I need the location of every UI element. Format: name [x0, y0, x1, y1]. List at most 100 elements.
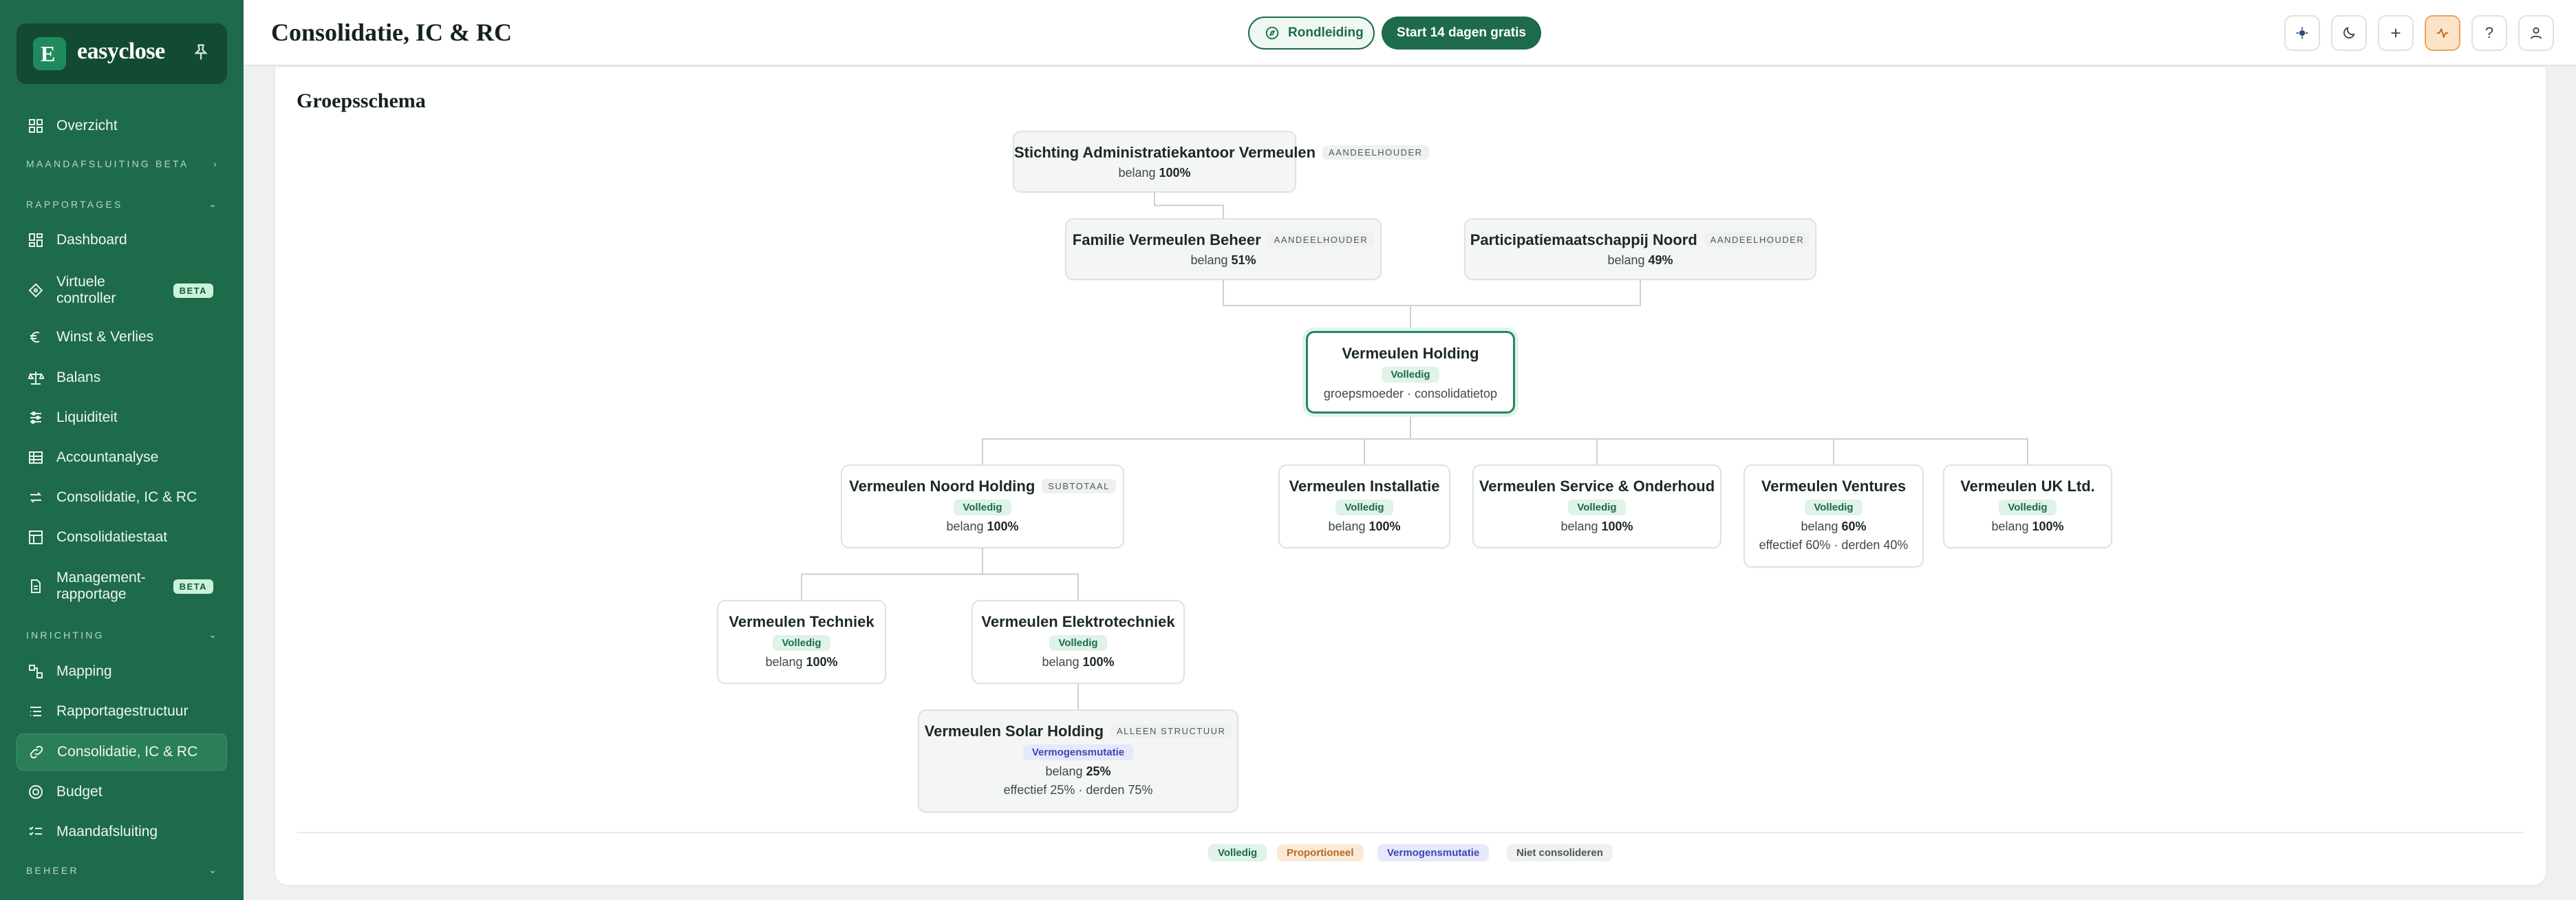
entity-name: Vermeulen Holding [1308, 345, 1513, 363]
method-badge-row: Vermogensmutatie [919, 740, 1237, 760]
ownership-label: belang [1118, 166, 1159, 180]
connector-noord-techniek [801, 548, 983, 600]
ownership-value: 100% [1082, 655, 1115, 669]
entity-note: effectief 25% · derden 75% [1003, 783, 1153, 797]
entity-node-holding[interactable]: Vermeulen Holding Volledig groepsmoeder · … [1306, 331, 1515, 414]
entity-name-text: Vermeulen Service & Onderhoud [1479, 478, 1715, 495]
entity-node-installatie[interactable]: Vermeulen Installatie Volledig belang 100% [1278, 464, 1450, 548]
ownership-label: belang [1560, 519, 1602, 533]
ownership-line: belang 100% [1014, 166, 1295, 180]
ownership-label: belang [1190, 253, 1232, 267]
entity-name-text: Vermeulen UK Ltd. [1960, 478, 2095, 495]
ownership-line: belang 100% [718, 655, 885, 669]
entity-name-text: Vermeulen Installatie [1289, 478, 1440, 495]
entity-node-service[interactable]: Vermeulen Service & Onderhoud Volledig bel… [1472, 464, 1721, 548]
ownership-value: 51% [1231, 253, 1256, 267]
ownership-line: belang 100% [1280, 519, 1449, 534]
entity-node-noord[interactable]: Vermeulen Noord Holding SUBTOTAAL Volledig… [841, 464, 1124, 548]
consolidation-method-badge: Volledig [1049, 635, 1107, 651]
ownership-line: belang 60% [1745, 519, 1922, 534]
legend-divider [297, 832, 2524, 833]
entity-name: Vermeulen Elektrotechniek [973, 613, 1183, 631]
entity-node-solar[interactable]: Vermeulen Solar Holding ALLEEN STRUCTUUR V… [918, 709, 1238, 813]
entity-note: effectief 60% · derden 40% [1759, 538, 1909, 552]
legend-item-vermogensmutatie: Vermogensmutatie [1377, 844, 1490, 861]
ownership-label: belang [946, 519, 987, 533]
entity-name-text: Vermeulen Techniek [729, 613, 874, 630]
connector-noord-elektro [982, 548, 1079, 600]
ownership-value: 100% [2032, 519, 2064, 533]
method-badge-row: Volledig [1944, 495, 2111, 515]
connector-participatie-holding [1410, 280, 1641, 331]
method-badge-row: Volledig [973, 631, 1183, 651]
consolidation-method-badge: Volledig [1805, 500, 1863, 515]
entity-name: Stichting Administratiekantoor Vermeulen… [1014, 144, 1429, 162]
entity-node-ventures[interactable]: Vermeulen Ventures Volledig belang 60% effe… [1743, 464, 1924, 568]
ownership-value: 100% [987, 519, 1019, 533]
entity-node-uk[interactable]: Vermeulen UK Ltd. Volledig belang 100% [1943, 464, 2112, 548]
ownership-value: 100% [1601, 519, 1633, 533]
entity-name-text: Stichting Administratiekantoor Vermeulen [1014, 144, 1316, 161]
entity-node-familie[interactable]: Familie Vermeulen Beheer AANDEELHOUDER bel… [1065, 218, 1382, 280]
connector-stak-familie [1154, 193, 1224, 218]
ownership-label: belang [765, 655, 806, 669]
consolidation-method-badge: Volledig [1335, 500, 1393, 515]
consolidation-method-badge: Volledig [954, 500, 1011, 515]
entity-note: groepsmoeder · consolidatietop [1323, 387, 1498, 400]
ownership-label: belang [1045, 764, 1086, 778]
entity-name-text: Familie Vermeulen Beheer [1072, 231, 1261, 248]
ownership-line: belang 100% [1474, 519, 1720, 534]
entity-name: Vermeulen Service & Onderhoud [1474, 478, 1720, 495]
entity-node-stak[interactable]: Stichting Administratiekantoor Vermeulen… [1013, 131, 1429, 193]
ownership-value: 60% [1841, 519, 1867, 533]
entity-role-tag: SUBTOTAAL [1042, 479, 1116, 493]
legend-item-niet-consolideren: Niet consolideren [1507, 844, 1613, 861]
ownership-value: 100% [1159, 166, 1191, 180]
method-badge-row: Volledig [1745, 495, 1922, 515]
connector-holding-noord [982, 414, 1411, 464]
consolidation-method-badge: Volledig [1568, 500, 1626, 515]
ownership-label: belang [1607, 253, 1649, 267]
method-badge-row: Volledig [1308, 363, 1513, 383]
entity-name: Vermeulen Noord Holding SUBTOTAAL [842, 478, 1123, 495]
entity-name: Vermeulen Techniek [718, 613, 885, 631]
ownership-line: belang 100% [973, 655, 1183, 669]
connector-holding-uk [1410, 414, 2028, 464]
connector-familie-holding [1223, 280, 1411, 331]
entity-name-text: Vermeulen Solar Holding [924, 722, 1104, 740]
ownership-label: belang [1801, 519, 1842, 533]
ownership-value: 100% [806, 655, 838, 669]
method-badge-row: Volledig [842, 495, 1123, 515]
ownership-value: 49% [1648, 253, 1673, 267]
method-badge-row: Volledig [1280, 495, 1449, 515]
consolidation-method-badge: Vermogensmutatie [1022, 744, 1134, 760]
consolidation-method-badge: Volledig [773, 635, 830, 651]
ownership-value: 100% [1368, 519, 1401, 533]
entity-name-text: Vermeulen Noord Holding [849, 478, 1035, 495]
legend-item-volledig: Volledig [1208, 844, 1267, 861]
entity-role-tag: ALLEEN STRUCTUUR [1110, 724, 1232, 738]
entity-node-techniek[interactable]: Vermeulen Techniek Volledig belang 100% [717, 600, 886, 684]
consolidation-method-badge: Volledig [1382, 367, 1439, 383]
entity-name: Familie Vermeulen Beheer AANDEELHOUDER [1066, 231, 1380, 249]
ownership-label: belang [1991, 519, 2032, 533]
ownership-label: belang [1042, 655, 1083, 669]
entity-name: Vermeulen Ventures [1745, 478, 1922, 495]
ownership-line: belang 100% [842, 519, 1123, 534]
ownership-line: belang 100% [1944, 519, 2111, 534]
entity-name: Vermeulen Solar Holding ALLEEN STRUCTUUR [919, 722, 1237, 740]
method-badge-row: Volledig [1474, 495, 1720, 515]
ownership-value: 25% [1086, 764, 1111, 778]
entity-name-text: Vermeulen Elektrotechniek [981, 613, 1175, 630]
connector-holding-installatie [1364, 414, 1411, 464]
ownership-label: belang [1328, 519, 1369, 533]
method-badge-row: Volledig [718, 631, 885, 651]
entity-name-text: Vermeulen Ventures [1761, 478, 1907, 495]
entity-node-participatie[interactable]: Participatiemaatschappij Noord AANDEELHOU… [1464, 218, 1816, 280]
entity-role-tag: AANDEELHOUDER [1704, 233, 1811, 247]
entity-role-tag: AANDEELHOUDER [1322, 145, 1429, 160]
entity-node-elektro[interactable]: Vermeulen Elektrotechniek Volledig belang … [972, 600, 1185, 684]
consolidation-method-badge: Volledig [1999, 500, 2057, 515]
entity-name-text: Vermeulen Holding [1342, 345, 1479, 362]
entity-name: Vermeulen UK Ltd. [1944, 478, 2111, 495]
